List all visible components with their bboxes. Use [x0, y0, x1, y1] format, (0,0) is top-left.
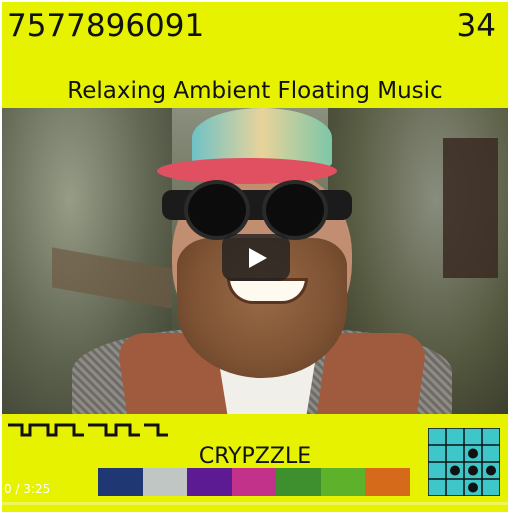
artist-banner: CRYPZZLE 0 / 3:25: [2, 414, 508, 512]
square-wave-glyph-icon: [8, 423, 168, 437]
color-swatch: [320, 468, 366, 496]
playback-time: 0 / 3:25: [4, 482, 51, 496]
goggle-right-lens: [262, 180, 328, 240]
play-icon[interactable]: [222, 234, 290, 281]
color-swatch: [231, 468, 277, 496]
color-swatch: [276, 468, 321, 496]
color-swatch: [187, 468, 232, 496]
color-swatch: [365, 468, 411, 496]
video-player[interactable]: 7577896091 34 Relaxing Ambient Floating …: [0, 0, 514, 519]
video-thumbnail[interactable]: [2, 108, 508, 414]
track-title: Relaxing Ambient Floating Music: [67, 78, 443, 104]
color-swatch: [142, 468, 188, 496]
title-banner: 7577896091 34 Relaxing Ambient Floating …: [2, 2, 508, 108]
color-swatch-strip: [98, 468, 411, 496]
progress-bar[interactable]: [2, 502, 508, 505]
cap-brim: [157, 158, 337, 184]
goggle-left-lens: [184, 180, 250, 240]
dot-grid-logo-icon: [428, 428, 500, 496]
track-id: 7577896091: [7, 8, 205, 44]
color-swatch: [98, 468, 143, 496]
track-number: 34: [456, 8, 496, 44]
